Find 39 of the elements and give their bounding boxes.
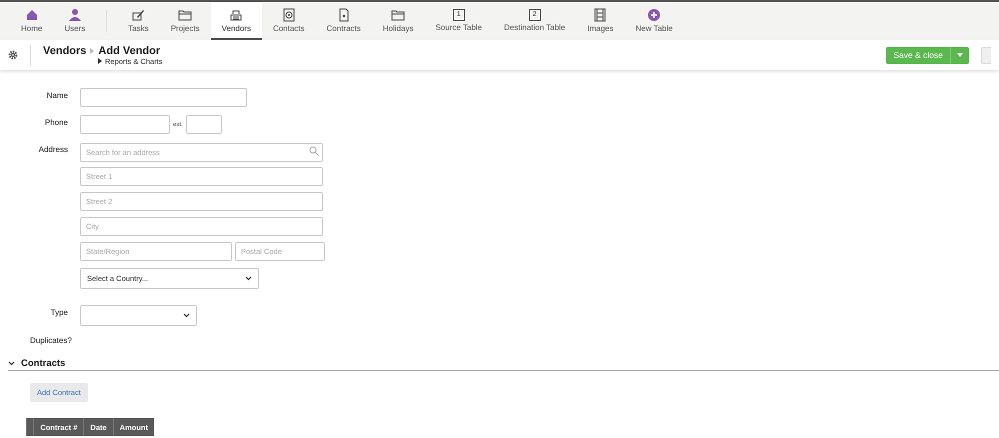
type-select[interactable]	[80, 305, 197, 326]
field-label: Phone	[44, 117, 68, 127]
breadcrumb-separator-icon	[90, 48, 94, 54]
folder-icon	[391, 8, 406, 22]
folder-icon	[178, 8, 192, 22]
breadcrumb-link[interactable]: Vendors	[43, 44, 86, 56]
chevron-down-icon	[183, 313, 190, 318]
phone-field[interactable]	[80, 115, 170, 134]
toolbar-button[interactable]	[981, 46, 991, 64]
caret-icon	[957, 53, 963, 57]
page-title: Add Vendor	[98, 44, 160, 56]
nav-tab[interactable]: Images	[576, 2, 624, 40]
nav-tab[interactable]: Users	[53, 2, 96, 40]
settings-icon[interactable]	[8, 50, 18, 60]
nav-tab[interactable]: Holidays	[372, 2, 424, 40]
field-label: Name	[46, 90, 68, 100]
nav-tab[interactable]: New Table	[624, 2, 684, 40]
nav-tab[interactable]: Contacts	[262, 2, 316, 40]
field-label: Type	[50, 307, 68, 317]
search-icon	[309, 146, 319, 156]
nav-tab[interactable]: Projects	[160, 2, 211, 40]
nav-tab[interactable]: Contracts	[316, 2, 372, 40]
home-icon	[24, 8, 39, 22]
extension-field[interactable]	[186, 115, 222, 134]
pencil-list-icon	[131, 8, 146, 22]
document-icon	[336, 8, 351, 22]
field-label: Address	[38, 144, 68, 154]
field-label: Duplicates?	[29, 335, 73, 345]
section-toggle-icon[interactable]	[8, 361, 15, 366]
section-title: Contracts	[21, 358, 66, 369]
nav-tab[interactable]: Vendors	[210, 2, 262, 40]
film-icon	[593, 8, 608, 22]
nav-tab[interactable]: Home	[10, 2, 54, 40]
nav-tab[interactable]: Tasks	[117, 2, 160, 40]
caret-icon	[98, 58, 102, 64]
name-field[interactable]	[80, 88, 247, 107]
user-icon	[68, 8, 82, 22]
chevron-down-icon	[245, 276, 252, 281]
plus-circle-icon	[647, 8, 662, 22]
